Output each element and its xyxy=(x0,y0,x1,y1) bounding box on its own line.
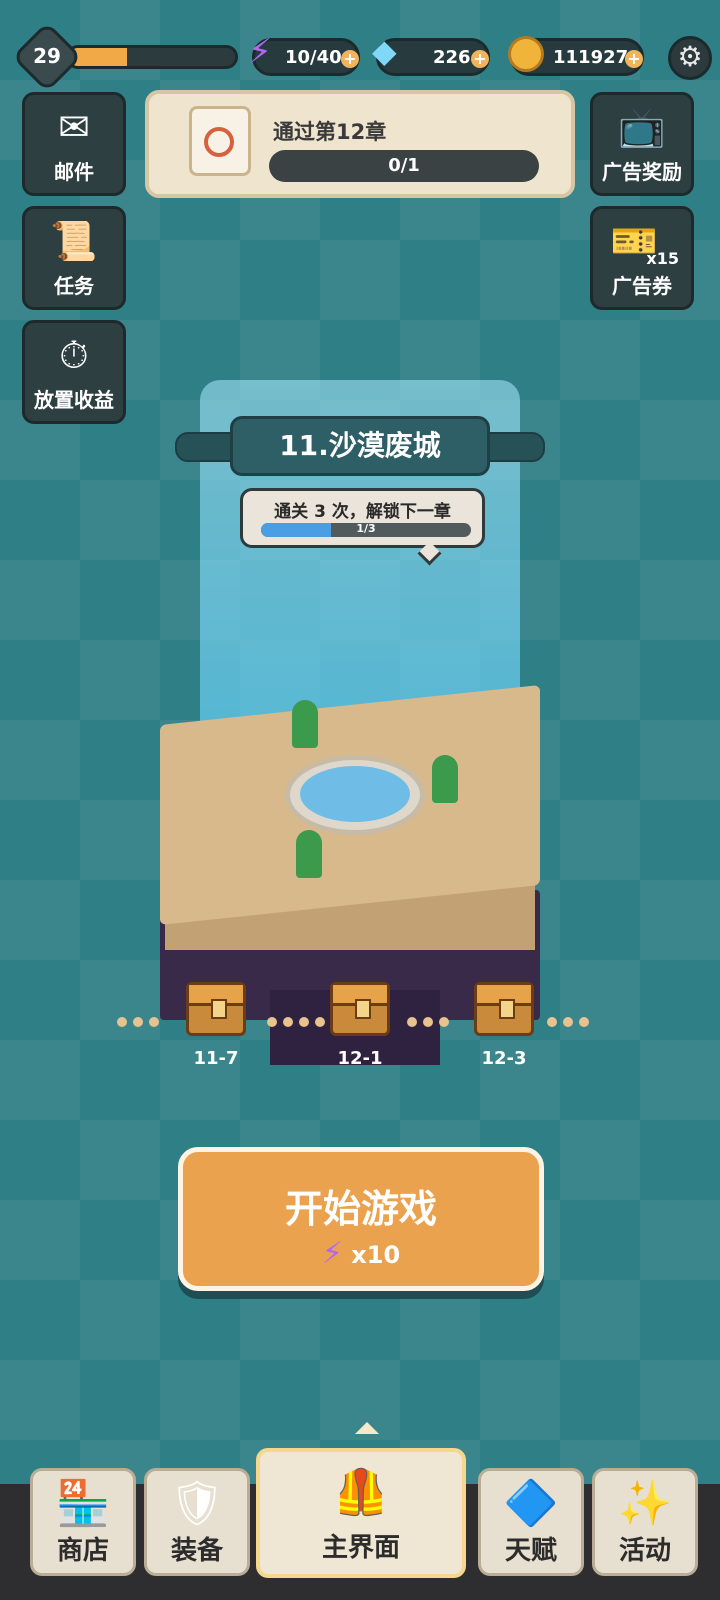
talent-icon: 🔷 xyxy=(503,1478,559,1529)
mail-icon: ✉ xyxy=(58,105,90,149)
energy-plus-button[interactable]: + xyxy=(341,50,359,68)
ad-reward-button[interactable]: 📺 广告奖励 xyxy=(590,92,694,196)
mission-title: 通过第12章 xyxy=(273,120,387,144)
stage-chest[interactable] xyxy=(330,982,390,1036)
tab-equipment[interactable]: 🛡 装备 xyxy=(144,1468,250,1576)
unlock-progress-text: 1/3 xyxy=(356,523,376,535)
stage-label: 12-3 xyxy=(481,1048,527,1069)
active-tab-indicator xyxy=(355,1422,379,1434)
idle-reward-button[interactable]: ⏱ 放置收益 xyxy=(22,320,126,424)
start-game-button[interactable]: 开始游戏 ⚡ x10 xyxy=(178,1147,544,1291)
tv-icon: 📺 xyxy=(618,105,666,149)
path-dots xyxy=(404,1012,452,1027)
lightning-icon: ⚡ xyxy=(321,1236,343,1271)
tab-main-label: 主界面 xyxy=(321,1533,400,1563)
idle-reward-label: 放置收益 xyxy=(34,388,114,412)
mission-target-icon xyxy=(189,106,251,176)
start-game-label: 开始游戏 xyxy=(284,1187,437,1231)
energy-value: 10/40 xyxy=(285,47,342,68)
gems-value: 226 xyxy=(433,47,471,68)
path-dots xyxy=(544,1012,592,1027)
activity-icon: ✨ xyxy=(617,1478,673,1529)
tab-talent[interactable]: 🔷 天赋 xyxy=(478,1468,584,1576)
stopwatch-icon: ⏱ xyxy=(59,333,89,377)
stage-chest[interactable] xyxy=(474,982,534,1036)
quest-label: 任务 xyxy=(54,274,94,298)
quest-button[interactable]: 📜 任务 xyxy=(22,206,126,310)
scroll-icon: 📜 xyxy=(50,219,98,263)
mission-progress-text: 0/1 xyxy=(388,155,420,176)
tab-shop[interactable]: 🏪 商店 xyxy=(30,1468,136,1576)
ad-ticket-count: x15 xyxy=(646,249,679,268)
gems-plus-button[interactable]: + xyxy=(471,50,489,68)
path-dots xyxy=(114,1012,162,1027)
fountain-water xyxy=(300,766,410,822)
tab-equipment-label: 装备 xyxy=(170,1536,223,1566)
tree xyxy=(292,700,318,748)
gear-icon: ⚙ xyxy=(677,40,703,73)
coins-plus-button[interactable]: + xyxy=(625,50,643,68)
armor-icon: 🦺 xyxy=(333,1467,389,1518)
level-number: 29 xyxy=(33,44,61,68)
mission-progress-bar: 0/1 xyxy=(269,150,539,182)
path-dots xyxy=(264,1012,328,1027)
settings-button[interactable]: ⚙ xyxy=(668,36,712,80)
ad-ticket-label: 广告券 xyxy=(612,274,672,298)
chapter-banner: 11.沙漠废城 xyxy=(175,410,545,482)
shop-icon: 🏪 xyxy=(55,1478,111,1529)
ad-reward-label: 广告奖励 xyxy=(602,160,682,184)
unlock-text: 通关 3 次，解锁下一章 xyxy=(274,502,451,522)
chapter-title: 11.沙漠废城 xyxy=(230,416,490,476)
tab-shop-label: 商店 xyxy=(56,1536,109,1566)
unlock-tooltip: 通关 3 次，解锁下一章 1/3 xyxy=(240,488,485,566)
sword-shield-icon: 🛡 xyxy=(169,1478,225,1529)
tree xyxy=(296,830,322,878)
mission-card[interactable]: 通过第12章 0/1 xyxy=(145,90,575,198)
coin-stack-icon xyxy=(508,36,544,72)
tab-activity[interactable]: ✨ 活动 xyxy=(592,1468,698,1576)
gem-icon: ◆ xyxy=(372,32,397,70)
stage-label: 11-7 xyxy=(193,1048,239,1069)
stage-chest[interactable] xyxy=(186,982,246,1036)
mail-label: 邮件 xyxy=(54,160,94,184)
ad-ticket-button[interactable]: 🎫 x15 广告券 xyxy=(590,206,694,310)
coins-value: 111927 xyxy=(553,47,629,68)
tab-activity-label: 活动 xyxy=(618,1536,671,1566)
start-cost-value: x10 xyxy=(351,1241,401,1269)
lightning-icon: ⚡ xyxy=(248,32,272,72)
tab-talent-label: 天赋 xyxy=(504,1536,557,1566)
unlock-progress-bar: 1/3 xyxy=(261,523,471,537)
xp-bar xyxy=(66,45,238,69)
start-game-cost: ⚡ x10 xyxy=(183,1236,539,1271)
tab-main[interactable]: 🦺 主界面 xyxy=(256,1448,466,1578)
tree xyxy=(432,755,458,803)
stage-label: 12-1 xyxy=(337,1048,383,1069)
mail-button[interactable]: ✉ 邮件 xyxy=(22,92,126,196)
